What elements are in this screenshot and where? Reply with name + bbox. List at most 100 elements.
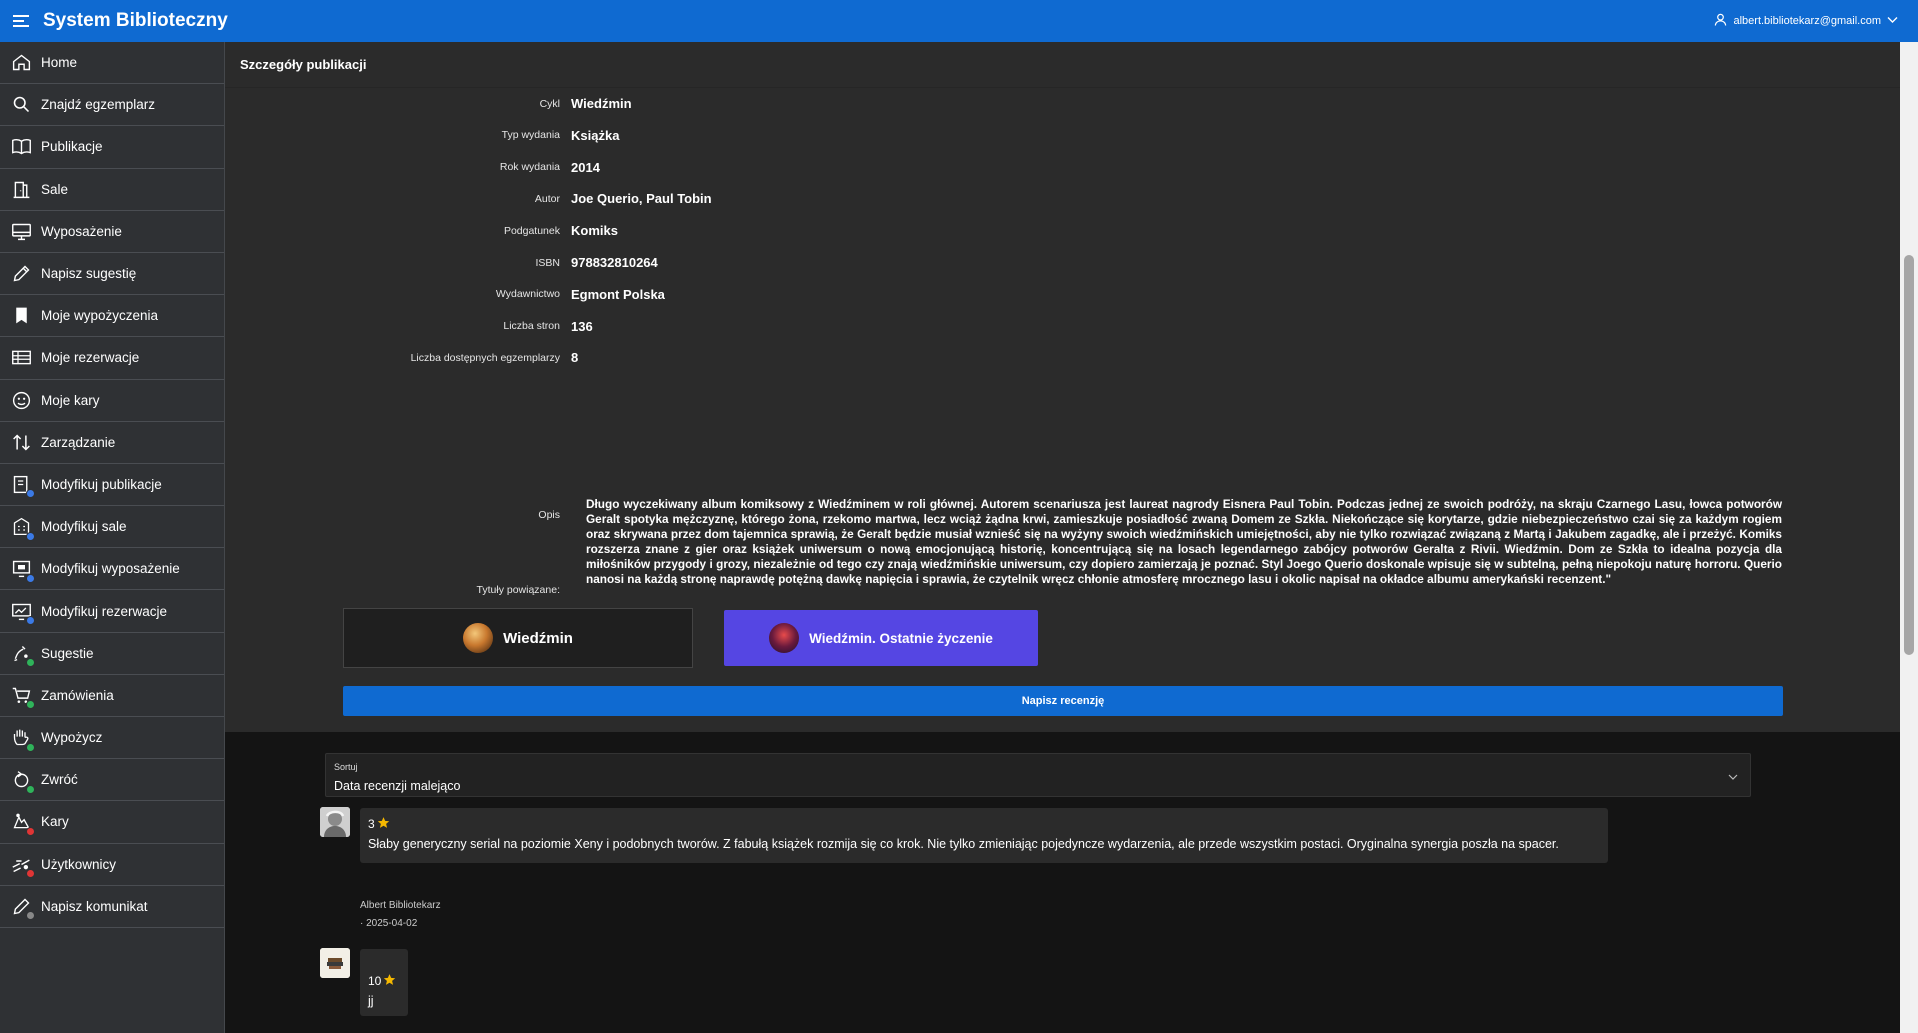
field-label: Liczba stron [503,320,560,333]
sidebar-item-zarządzanie[interactable]: Zarządzanie [0,422,224,464]
sidebar-item-modyfikuj-sale[interactable]: Modyfikuj sale [0,506,224,549]
sidebar-item-sugestie[interactable]: Sugestie [0,633,224,675]
field-value: 8 [571,350,579,366]
status-badge [26,911,35,921]
status-badge [26,573,35,583]
user-icon [1714,13,1727,29]
sidebar-item-zwróć[interactable]: Zwróć [0,759,224,802]
field-label: ISBN [535,256,560,269]
rating-value: 3 [368,817,375,831]
sidebar-item-publikacje[interactable]: Publikacje [0,126,224,169]
suggestions-icon [10,642,35,668]
sidebar-item-moje-rezerwacje[interactable]: Moje rezerwacje [0,337,224,380]
review-date: · 2025-04-02 [360,918,418,929]
review-author: Albert Bibliotekarz [360,900,441,911]
field-value: 978832810264 [571,255,658,270]
penalty-icon [10,811,35,836]
return-icon [10,769,35,794]
book-cover-icon [463,623,494,653]
detail-row: Wydawnictwo Egmont Polska [225,287,1900,302]
status-badge [26,616,35,626]
page-title: Szczegóły publikacji [225,42,1900,88]
sidebar-item-moje-kary[interactable]: Moje kary [0,380,224,422]
review-text: Słaby generyczny serial na poziomie Xeny… [368,837,1559,851]
sidebar-item-label: Sale [41,181,69,197]
review-rating: 10 [368,973,400,989]
edit-reservation-icon [10,600,35,626]
user-menu[interactable]: albert.bibliotekarz@gmail.com [1714,0,1898,42]
sidebar-item-wyposażenie[interactable]: Wyposażenie [0,211,224,253]
reviewer-avatar [320,807,350,837]
review-rating: 3 [368,816,1600,832]
app-title[interactable]: System Biblioteczny [43,10,228,32]
status-badge [26,658,35,668]
book-open-icon [10,136,32,158]
status-badge [26,531,35,541]
status-badge [26,869,35,879]
sidebar-item-użytkownicy[interactable]: Użytkownicy [0,844,224,886]
page-scrollbar[interactable] [1900,42,1918,1033]
sidebar-item-napisz-komunikat[interactable]: Napisz komunikat [0,886,224,928]
sidebar-item-napisz-sugestię[interactable]: Napisz sugestię [0,253,224,296]
field-value: Komiks [571,223,618,239]
detail-row: Autor Joe Querio, Paul Tobin [225,191,1900,206]
sidebar-item-label: Moje rezerwacje [41,350,140,366]
sidebar-item-label: Modyfikuj publikacje [41,476,162,492]
sidebar-item-label: Moje kary [41,392,100,408]
review-text: jj [368,994,374,1008]
review-bubble: 3 Słaby generyczny serial na poziomie Xe… [360,808,1608,863]
sidebar-item-label: Zarządzanie [41,434,116,450]
sidebar-item-label: Publikacje [41,139,103,155]
field-value: Joe Querio, Paul Tobin [571,191,712,207]
sidebar-item-moje-wypożyczenia[interactable]: Moje wypożyczenia [0,295,224,338]
sidebar-item-zamówienia[interactable]: Zamówienia [0,675,224,717]
sidebar-item-modyfikuj-publikacje[interactable]: Modyfikuj publikacje [0,464,224,507]
status-badge [26,742,35,752]
rating-value: 10 [368,974,382,988]
user-email: albert.bibliotekarz@gmail.com [1733,15,1881,27]
search-icon [10,94,32,116]
edit-building-icon [10,516,35,541]
sidebar-item-wypożycz[interactable]: Wypożycz [0,717,224,760]
chevron-down-icon [1887,15,1898,27]
sidebar-item-label: Wyposażenie [41,223,122,239]
sort-select[interactable]: Sortuj Data recenzji malejąco [325,753,1751,797]
description-text: Długo wyczekiwany album komiksowy z Wied… [586,497,1782,586]
sidebar: Home Znajdź egzemplarz Publikacje Sale Wypos… [0,42,225,1033]
field-value: Egmont Polska [571,286,665,302]
status-badge [26,489,35,499]
write-review-button[interactable]: Napisz recenzję [343,686,1783,716]
menu-icon[interactable] [10,10,32,32]
field-value: Książka [571,127,620,143]
detail-row: Rok wydania 2014 [225,160,1900,175]
field-value: 136 [571,318,593,334]
star-icon [377,816,390,832]
room-icon [10,178,32,200]
sidebar-item-modyfikuj-wyposażenie[interactable]: Modyfikuj wyposażenie [0,548,224,591]
related-title-card[interactable]: Wiedźmin [343,608,693,668]
pencil-icon [10,263,32,285]
chevron-down-icon [1728,768,1738,786]
hand-icon [10,727,35,752]
detail-row: Typ wydania Książka [225,128,1900,143]
sidebar-item-home[interactable]: Home [0,42,224,85]
sidebar-item-znajdź-egzemplarz[interactable]: Znajdź egzemplarz [0,84,224,127]
users-icon [10,853,35,879]
monitor-icon [10,220,32,242]
sidebar-item-label: Modyfikuj sale [41,519,127,535]
detail-row: Podgatunek Komiks [225,223,1900,238]
related-title-card-active[interactable]: Wiedźmin. Ostatnie życzenie [724,610,1038,666]
sidebar-item-label: Wypożycz [41,730,103,746]
scrollbar-thumb[interactable] [1904,255,1914,655]
main-content: Szczegóły publikacji Cykl Wiedźmin Typ wyd… [225,42,1900,1033]
field-label: Liczba dostępnych egzemplarzy [410,351,560,364]
sidebar-item-label: Napisz sugestię [41,266,137,282]
fine-icon [10,389,32,411]
sidebar-item-modyfikuj-rezerwacje[interactable]: Modyfikuj rezerwacje [0,590,224,633]
sidebar-item-sale[interactable]: Sale [0,169,224,211]
field-value: 2014 [571,159,600,175]
sidebar-item-kary[interactable]: Kary [0,801,224,844]
sidebar-item-label: Modyfikuj rezerwacje [41,603,168,619]
field-label: Autor [534,192,560,205]
cart-icon [10,684,35,710]
